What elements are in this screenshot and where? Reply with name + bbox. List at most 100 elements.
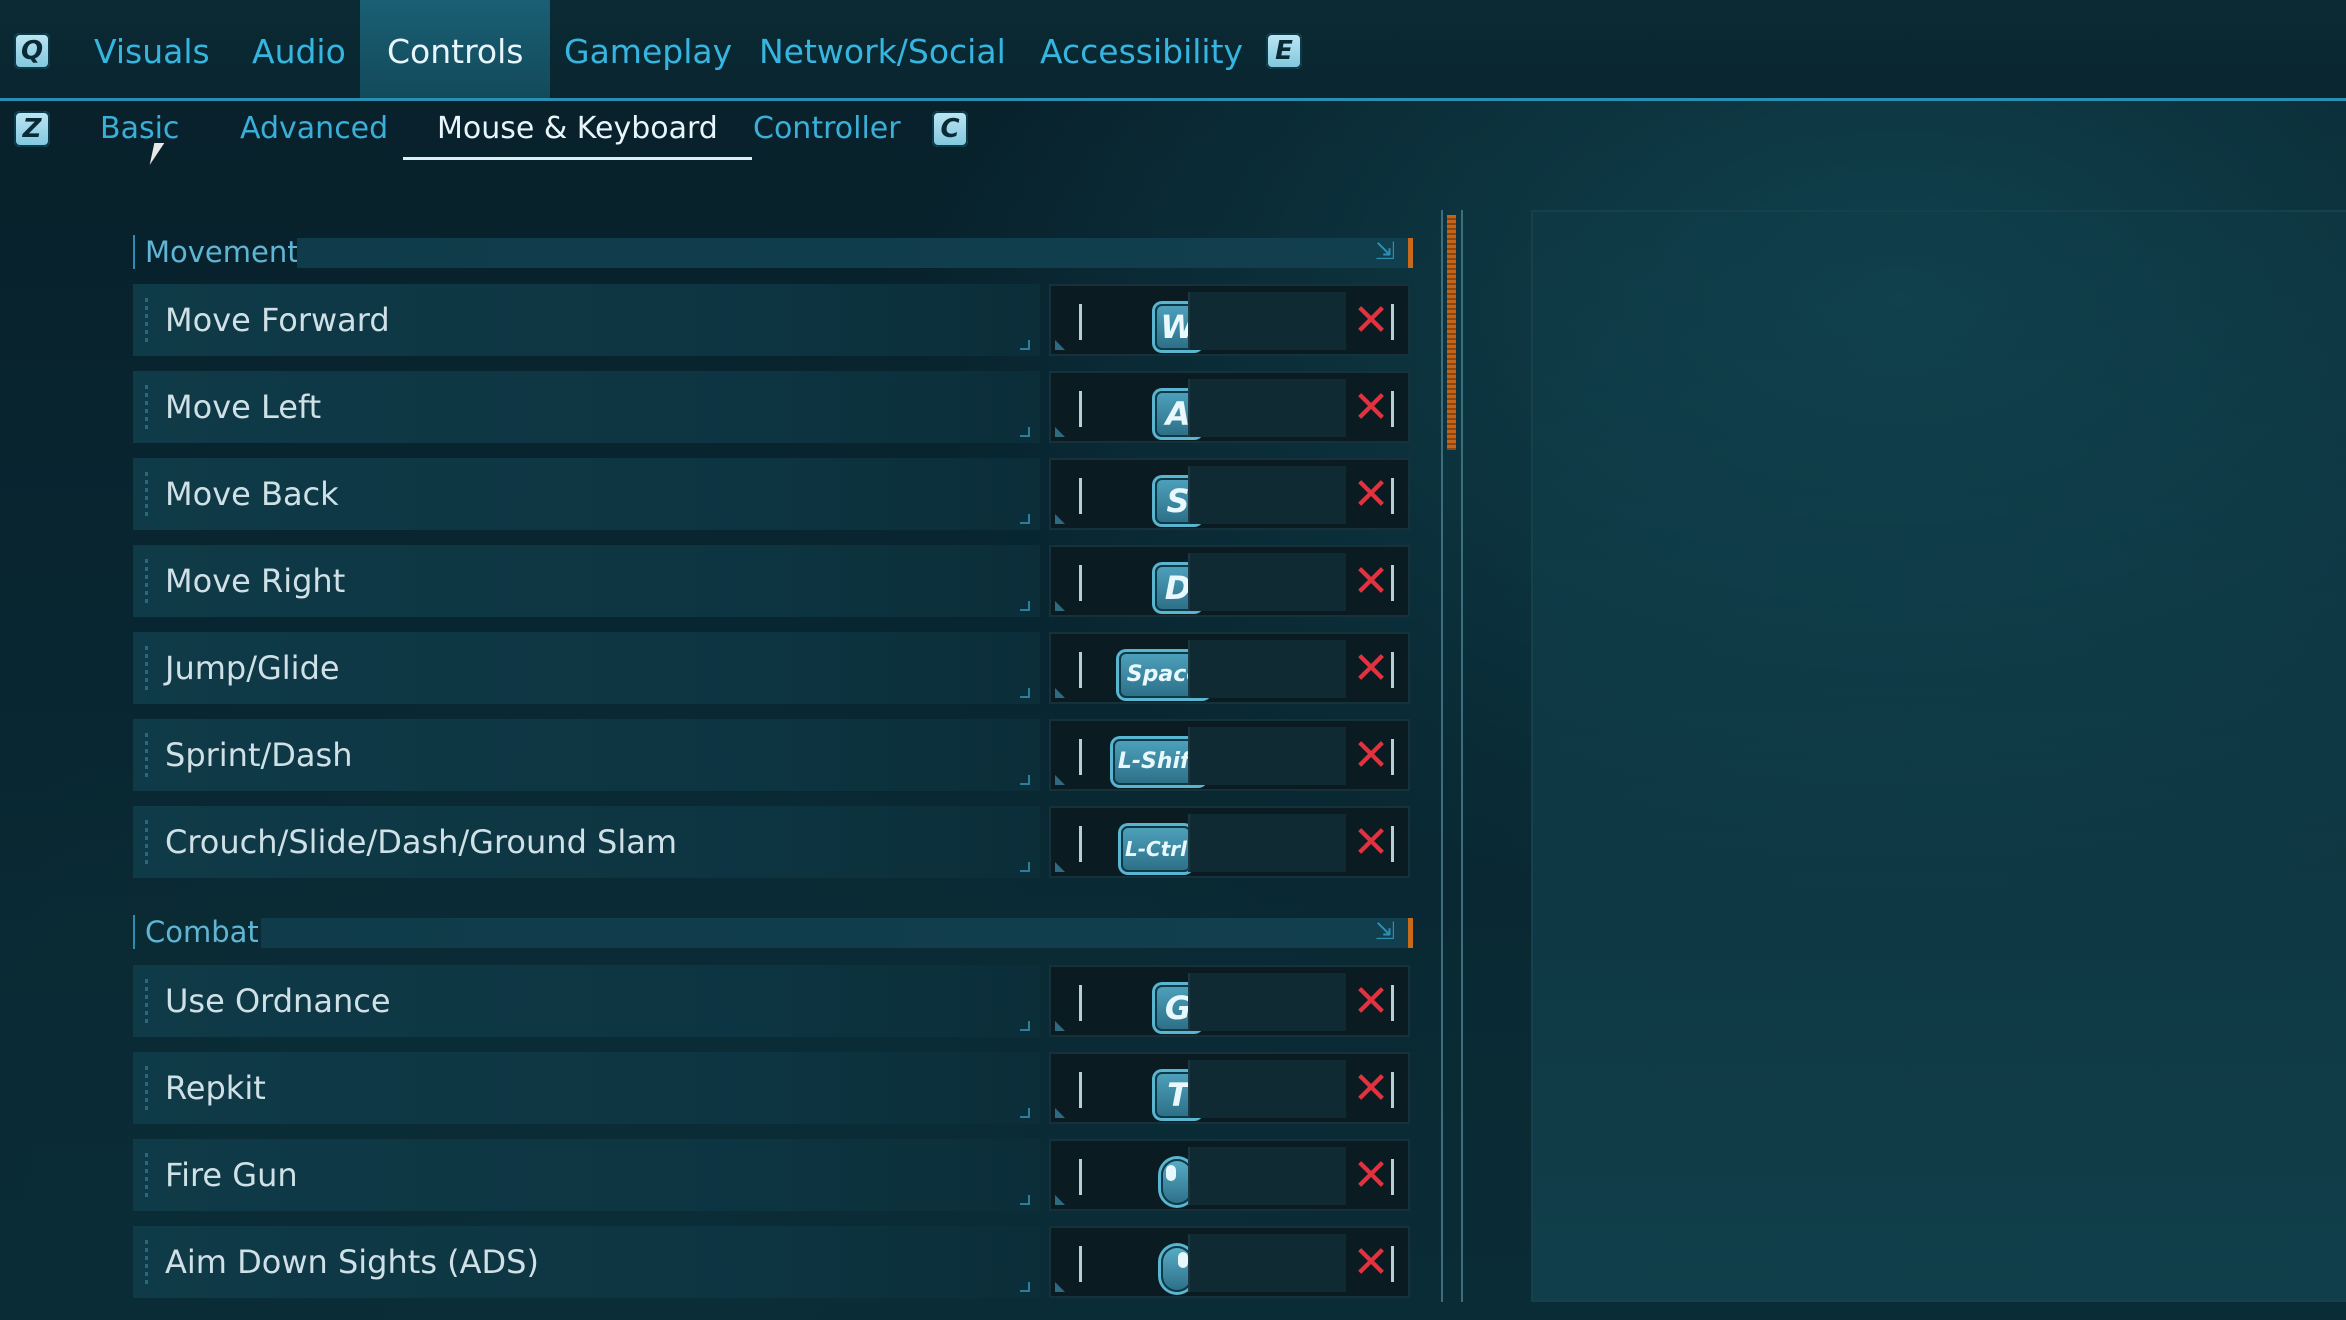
slot-divider: [1391, 304, 1394, 340]
slot-corner: [1055, 601, 1065, 611]
action-label: Crouch/Slide/Dash/Ground Slam: [165, 823, 678, 861]
slot-divider: [1391, 565, 1394, 601]
binding-row-move-back[interactable]: Move Back: [133, 458, 1040, 530]
slot-divider: [1391, 1246, 1394, 1282]
binding-row-move-right[interactable]: Move Right: [133, 545, 1040, 617]
binding-slots: ✕: [1049, 1139, 1410, 1211]
action-label: Move Forward: [165, 301, 390, 339]
clear-binding-icon[interactable]: ✕: [1347, 640, 1395, 698]
prev-subtab-key-hint[interactable]: Z: [14, 111, 50, 147]
binding-slots: L-Ctrl ✕: [1049, 806, 1410, 878]
binding-row-aim-down-sights[interactable]: Aim Down Sights (ADS): [133, 1226, 1040, 1298]
row-tick: [145, 559, 148, 605]
tab-network-social[interactable]: Network/Social: [735, 0, 1030, 98]
clear-binding-icon[interactable]: ✕: [1347, 814, 1395, 872]
secondary-binding-slot[interactable]: [1188, 1234, 1346, 1292]
binding-slots: G ✕: [1049, 965, 1410, 1037]
row-corner: [1020, 514, 1030, 524]
subtab-controller[interactable]: Controller: [753, 101, 901, 157]
slot-corner: [1055, 1108, 1065, 1118]
row-corner: [1020, 340, 1030, 350]
binding-row-sprint-dash[interactable]: Sprint/Dash: [133, 719, 1040, 791]
tab-controls[interactable]: Controls: [360, 0, 551, 98]
tab-gameplay[interactable]: Gameplay: [540, 0, 756, 98]
binding-slots: A ✕: [1049, 371, 1410, 443]
clear-binding-icon[interactable]: ✕: [1347, 292, 1395, 350]
slot-corner: [1055, 688, 1065, 698]
clear-binding-icon[interactable]: ✕: [1347, 1234, 1395, 1292]
mouse-button-highlight: [1178, 1252, 1188, 1268]
clear-binding-icon[interactable]: ✕: [1347, 466, 1395, 524]
section-accent: [1408, 238, 1413, 268]
secondary-binding-slot[interactable]: [1188, 292, 1346, 350]
secondary-binding-slot[interactable]: [1188, 640, 1346, 698]
secondary-binding-slot[interactable]: [1188, 1060, 1346, 1118]
slot-corner: [1055, 1021, 1065, 1031]
row-corner: [1020, 427, 1030, 437]
row-corner: [1020, 688, 1030, 698]
clear-binding-icon[interactable]: ✕: [1347, 727, 1395, 785]
action-label: Move Right: [165, 562, 346, 600]
binding-row-jump-glide[interactable]: Jump/Glide: [133, 632, 1040, 704]
secondary-binding-slot[interactable]: [1188, 727, 1346, 785]
row-tick: [145, 298, 148, 344]
action-label: Move Left: [165, 388, 322, 426]
clear-binding-icon[interactable]: ✕: [1347, 379, 1395, 437]
collapse-icon[interactable]: ⇲: [1375, 239, 1399, 263]
description-panel: [1531, 210, 2346, 1302]
slot-divider: [1391, 1159, 1394, 1195]
binding-row-use-ordnance[interactable]: Use Ordnance: [133, 965, 1040, 1037]
row-tick: [145, 1240, 148, 1286]
subtab-basic[interactable]: Basic: [100, 101, 179, 157]
mouse-button-highlight: [1166, 1165, 1176, 1181]
section-header-combat[interactable]: Combat ⇲: [133, 915, 1413, 949]
clear-binding-icon[interactable]: ✕: [1347, 553, 1395, 611]
secondary-binding-slot[interactable]: [1188, 553, 1346, 611]
row-corner: [1020, 775, 1030, 785]
section-header-movement[interactable]: Movement ⇲: [133, 235, 1413, 269]
binding-slots: ✕: [1049, 1226, 1410, 1298]
binding-slots: S ✕: [1049, 458, 1410, 530]
slot-corner: [1055, 862, 1065, 872]
row-corner: [1020, 1108, 1030, 1118]
action-label: Move Back: [165, 475, 339, 513]
next-subtab-key-hint[interactable]: C: [932, 111, 968, 147]
subtab-advanced[interactable]: Advanced: [240, 101, 388, 157]
next-tab-key-hint[interactable]: E: [1266, 33, 1302, 69]
binding-row-crouch-slide[interactable]: Crouch/Slide/Dash/Ground Slam: [133, 806, 1040, 878]
clear-binding-icon[interactable]: ✕: [1347, 973, 1395, 1031]
binding-row-repkit[interactable]: Repkit: [133, 1052, 1040, 1124]
tab-audio[interactable]: Audio: [228, 0, 370, 98]
section-divider: [261, 918, 1413, 948]
row-corner: [1020, 601, 1030, 611]
secondary-binding-slot[interactable]: [1188, 1147, 1346, 1205]
binding-slots: D ✕: [1049, 545, 1410, 617]
subtab-mouse-keyboard[interactable]: Mouse & Keyboard: [403, 101, 752, 160]
slot-divider: [1391, 478, 1394, 514]
secondary-binding-slot[interactable]: [1188, 379, 1346, 437]
action-label: Jump/Glide: [165, 649, 340, 687]
action-label: Fire Gun: [165, 1156, 298, 1194]
secondary-binding-slot[interactable]: [1188, 973, 1346, 1031]
slot-divider: [1391, 391, 1394, 427]
tab-visuals[interactable]: Visuals: [70, 0, 234, 98]
tab-accessibility[interactable]: Accessibility: [1016, 0, 1267, 98]
action-label: Use Ordnance: [165, 982, 391, 1020]
section-title: Combat: [145, 915, 259, 949]
sub-nav: Z Basic Advanced Mouse & Keyboard Contro…: [0, 101, 1500, 161]
slot-corner: [1055, 427, 1065, 437]
binding-slots: T ✕: [1049, 1052, 1410, 1124]
secondary-binding-slot[interactable]: [1188, 814, 1346, 872]
collapse-icon[interactable]: ⇲: [1375, 919, 1399, 943]
slot-divider: [1391, 652, 1394, 688]
clear-binding-icon[interactable]: ✕: [1347, 1147, 1395, 1205]
row-corner: [1020, 1282, 1030, 1292]
secondary-binding-slot[interactable]: [1188, 466, 1346, 524]
clear-binding-icon[interactable]: ✕: [1347, 1060, 1395, 1118]
prev-tab-key-hint[interactable]: Q: [14, 33, 50, 69]
binding-row-fire-gun[interactable]: Fire Gun: [133, 1139, 1040, 1211]
binding-row-move-left[interactable]: Move Left: [133, 371, 1040, 443]
scrollbar-thumb[interactable]: [1447, 215, 1456, 450]
binding-row-move-forward[interactable]: Move Forward: [133, 284, 1040, 356]
action-label: Repkit: [165, 1069, 266, 1107]
